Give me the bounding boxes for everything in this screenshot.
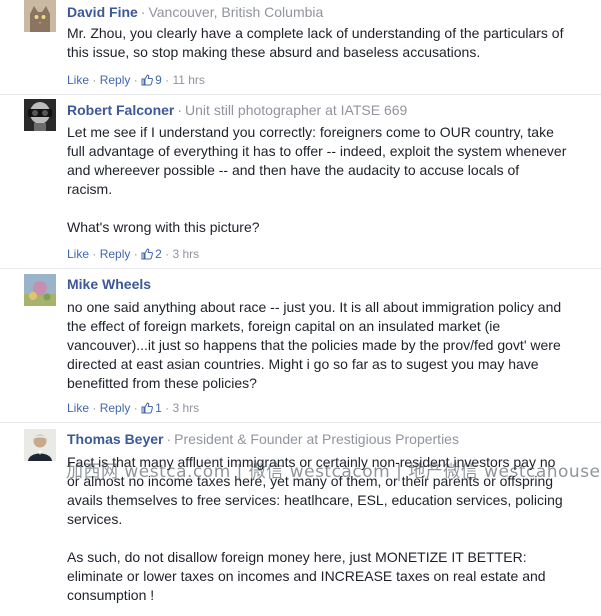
comment-actions: Like · Reply · 9 · 11 hrs — [67, 73, 205, 87]
comment-text: no one said anything about race -- just … — [67, 299, 562, 391]
avatar[interactable] — [24, 429, 56, 461]
timestamp[interactable]: 3 hrs — [172, 401, 199, 415]
author-name[interactable]: Mike Wheels — [67, 276, 151, 292]
like-count[interactable]: 9 — [141, 73, 162, 87]
author-name[interactable]: Robert Falconer — [67, 102, 174, 118]
comment-actions: Like · Reply · 1 · 3 hrs — [67, 401, 200, 415]
like-count[interactable]: 2 — [141, 247, 162, 261]
like-link[interactable]: Like — [67, 247, 89, 261]
author-subtitle[interactable]: Unit still photographer at IATSE 669 — [185, 102, 407, 118]
author-subtitle[interactable]: President & Founder at Prestigious Prope… — [174, 431, 459, 447]
like-link[interactable]: Like — [67, 401, 89, 415]
like-count[interactable]: 1 — [141, 401, 162, 415]
reply-link[interactable]: Reply — [100, 401, 131, 415]
thumbs-up-icon — [141, 402, 154, 414]
avatar[interactable] — [24, 99, 56, 131]
comment-text: Fact is that many affluent immigrants or… — [67, 454, 563, 603]
avatar[interactable] — [24, 274, 56, 306]
comment-text: Mr. Zhou, you clearly have a complete la… — [67, 25, 564, 60]
timestamp[interactable]: 3 hrs — [172, 247, 199, 261]
author-name[interactable]: Thomas Beyer — [67, 431, 163, 447]
comment-text: Let me see if I understand you correctly… — [67, 124, 567, 235]
like-link[interactable]: Like — [67, 73, 89, 87]
author-name[interactable]: David Fine — [67, 4, 138, 20]
reply-link[interactable]: Reply — [100, 73, 131, 87]
timestamp[interactable]: 11 hrs — [172, 73, 204, 87]
author-subtitle[interactable]: Vancouver, British Columbia — [148, 4, 323, 20]
comment-actions: Like · Reply · 2 · 3 hrs — [67, 247, 200, 261]
avatar[interactable] — [24, 0, 56, 32]
thumbs-up-icon — [141, 74, 154, 86]
divider — [0, 422, 601, 423]
thumbs-up-icon — [141, 248, 154, 260]
divider — [0, 94, 601, 95]
reply-link[interactable]: Reply — [100, 247, 131, 261]
divider — [0, 268, 601, 269]
